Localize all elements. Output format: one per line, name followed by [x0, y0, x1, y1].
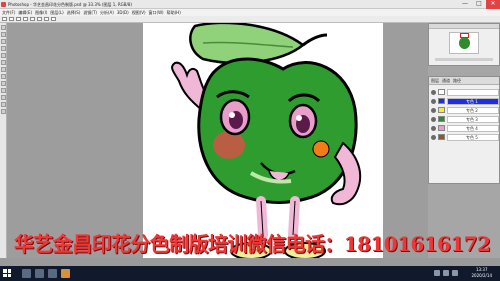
- right-panels: 图层 通道 路径 专色 1 专色 2 专色 3 专色 4 专色 5: [428, 23, 500, 258]
- apple-cartoon-artwork: [171, 23, 362, 258]
- document-workspace: [7, 23, 428, 258]
- layer-swatch: [438, 107, 445, 113]
- network-icon[interactable]: [434, 270, 440, 276]
- menu-help[interactable]: 帮助(H): [167, 9, 181, 16]
- layer-row[interactable]: [431, 88, 499, 96]
- layer-row[interactable]: 专色 5: [431, 133, 499, 141]
- option-icon[interactable]: [37, 17, 42, 21]
- layers-panel-tabs: 图层 通道 路径: [429, 77, 499, 85]
- zoom-slider[interactable]: [435, 58, 493, 61]
- window-controls: — □ ✕: [458, 0, 500, 9]
- layer-name: 专色 5: [447, 133, 499, 141]
- magic-wand-tool-icon[interactable]: [1, 46, 6, 51]
- layer-name: 专色 2: [447, 106, 499, 114]
- navigator-panel: [428, 23, 500, 66]
- pen-tool-icon[interactable]: [1, 88, 6, 93]
- hand-tool-icon[interactable]: [1, 102, 6, 107]
- option-icon[interactable]: [44, 17, 49, 21]
- taskbar-apps: [22, 269, 70, 278]
- layers-panel: 图层 通道 路径 专色 1 专色 2 专色 3 专色 4 专色 5: [428, 76, 500, 184]
- volume-icon[interactable]: [443, 270, 449, 276]
- minimize-button[interactable]: —: [458, 0, 472, 9]
- menu-select[interactable]: 选择(S): [67, 9, 81, 16]
- taskbar-clock[interactable]: 13:37 2020/2/14: [471, 267, 492, 279]
- start-button[interactable]: [3, 269, 11, 277]
- crop-tool-icon[interactable]: [1, 53, 6, 58]
- promo-caption: 华艺金昌印花分色制版培训微信电话：18101616172: [14, 232, 491, 256]
- close-button[interactable]: ✕: [486, 0, 500, 9]
- browser-icon[interactable]: [35, 269, 44, 278]
- eraser-tool-icon[interactable]: [1, 74, 6, 79]
- type-tool-icon[interactable]: [1, 95, 6, 100]
- image-canvas[interactable]: [143, 23, 383, 258]
- brush-tool-icon[interactable]: [1, 67, 6, 72]
- menu-layer[interactable]: 图层(L): [50, 9, 63, 16]
- layer-swatch: [438, 134, 445, 140]
- clock-date: 2020/2/14: [471, 273, 492, 278]
- taskbar: 13:37 2020/2/14: [0, 266, 500, 281]
- maximize-button[interactable]: □: [472, 0, 486, 9]
- visibility-eye-icon[interactable]: [431, 89, 436, 95]
- option-icon[interactable]: [30, 17, 35, 21]
- navigator-header: [429, 24, 499, 29]
- menu-3d[interactable]: 3D(D): [117, 9, 129, 16]
- ime-icon[interactable]: [452, 270, 458, 276]
- layer-swatch: [438, 98, 445, 104]
- layer-row[interactable]: 专色 4: [431, 124, 499, 132]
- title-bar: Photoshop - 华艺金昌印花分色制版.psd @ 33.3% (图层 1…: [0, 0, 500, 9]
- tab-channels[interactable]: 通道: [442, 77, 450, 84]
- visibility-eye-icon[interactable]: [431, 134, 436, 140]
- visibility-eye-icon[interactable]: [431, 107, 436, 113]
- layer-name: [447, 88, 499, 96]
- tab-paths[interactable]: 路径: [453, 77, 461, 84]
- photoshop-icon[interactable]: [61, 269, 70, 278]
- system-tray: [434, 270, 458, 276]
- tools-panel: [0, 23, 7, 258]
- thumbnail-apple: [459, 37, 470, 49]
- option-icon[interactable]: [16, 17, 21, 21]
- layer-name: 专色 3: [447, 115, 499, 123]
- layer-row-selected[interactable]: 专色 1: [431, 97, 499, 105]
- visibility-eye-icon[interactable]: [431, 125, 436, 131]
- move-tool-icon[interactable]: [1, 25, 6, 30]
- layer-name: 专色 4: [447, 124, 499, 132]
- menu-bar: 文件(F) 编辑(E) 图像(I) 图层(L) 选择(S) 滤镜(T) 分析(A…: [0, 9, 500, 16]
- layer-name: 专色 1: [447, 97, 499, 105]
- menu-filter[interactable]: 滤镜(T): [83, 9, 97, 16]
- menu-window[interactable]: 窗口(W): [149, 9, 164, 16]
- marquee-tool-icon[interactable]: [1, 32, 6, 37]
- task-view-icon[interactable]: [22, 269, 31, 278]
- zoom-tool-icon[interactable]: [1, 109, 6, 114]
- gradient-tool-icon[interactable]: [1, 81, 6, 86]
- layer-swatch: [438, 116, 445, 122]
- navigator-thumbnail[interactable]: [449, 32, 479, 54]
- layer-row[interactable]: 专色 3: [431, 115, 499, 123]
- visibility-eye-icon[interactable]: [431, 116, 436, 122]
- explorer-icon[interactable]: [48, 269, 57, 278]
- menu-edit[interactable]: 编辑(E): [18, 9, 32, 16]
- option-icon[interactable]: [51, 17, 56, 21]
- menu-file[interactable]: 文件(F): [2, 9, 15, 16]
- option-icon[interactable]: [23, 17, 28, 21]
- menu-image[interactable]: 图像(I): [35, 9, 47, 16]
- layer-swatch: [438, 125, 445, 131]
- layer-row[interactable]: 专色 2: [431, 106, 499, 114]
- view-box[interactable]: [460, 33, 469, 38]
- menu-analysis[interactable]: 分析(A): [100, 9, 114, 16]
- tab-layers[interactable]: 图层: [431, 77, 439, 84]
- app-icon: [1, 2, 6, 7]
- menu-view[interactable]: 视图(V): [132, 9, 146, 16]
- options-bar: [0, 16, 500, 23]
- visibility-eye-icon[interactable]: [431, 98, 436, 104]
- layer-swatch: [438, 89, 445, 95]
- eyedropper-tool-icon[interactable]: [1, 60, 6, 65]
- option-icon[interactable]: [9, 17, 14, 21]
- window-title: Photoshop - 华艺金昌印花分色制版.psd @ 33.3% (图层 1…: [8, 2, 132, 7]
- lasso-tool-icon[interactable]: [1, 39, 6, 44]
- tool-preset-icon[interactable]: [2, 17, 7, 21]
